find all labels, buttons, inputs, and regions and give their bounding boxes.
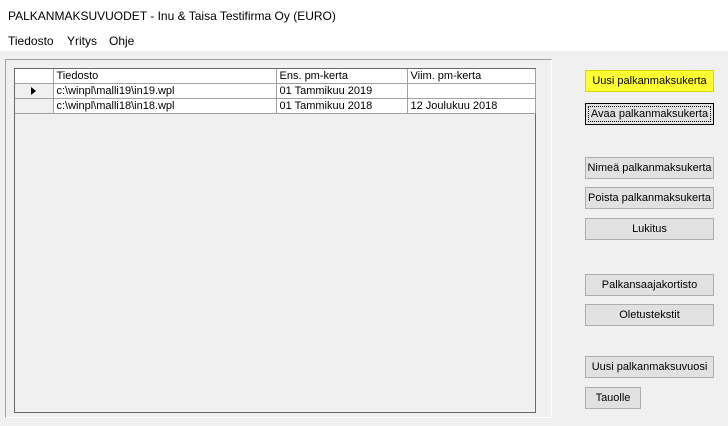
cell-first-run[interactable]: 01 Tammikuu 2018 bbox=[276, 98, 408, 114]
menu-ohje[interactable]: Ohje bbox=[109, 34, 134, 48]
menu-yritys[interactable]: Yritys bbox=[67, 34, 97, 48]
column-header-file[interactable]: Tiedosto bbox=[53, 69, 277, 84]
default-texts-button[interactable]: Oletustekstit bbox=[585, 304, 714, 326]
grid-table: Tiedosto Ens. pm-kerta Viim. pm-kerta c:… bbox=[15, 69, 536, 114]
new-payroll-run-button[interactable]: Uusi palkanmaksukerta bbox=[585, 70, 714, 92]
column-header-last-run[interactable]: Viim. pm-kerta bbox=[407, 69, 536, 84]
cell-last-run[interactable] bbox=[407, 83, 536, 99]
back-button[interactable]: Tauolle bbox=[585, 387, 641, 409]
delete-payroll-run-button[interactable]: Poista palkanmaksukerta bbox=[585, 187, 714, 209]
grid-corner bbox=[15, 69, 54, 84]
title-bar: PALKANMAKSUVUODET - Inu & Taisa Testifir… bbox=[0, 0, 728, 31]
cell-file[interactable]: c:\winpl\malli19\in19.wpl bbox=[53, 83, 277, 99]
rename-payroll-run-button[interactable]: Nimeä palkanmaksukerta bbox=[585, 157, 714, 179]
current-row-arrow-icon bbox=[31, 87, 37, 96]
table-row[interactable]: c:\winpl\malli19\in19.wpl 01 Tammikuu 20… bbox=[15, 83, 536, 99]
payroll-runs-grid[interactable]: Tiedosto Ens. pm-kerta Viim. pm-kerta c:… bbox=[14, 68, 536, 413]
new-payroll-year-button[interactable]: Uusi palkanmaksuvuosi bbox=[585, 356, 714, 378]
window-title: PALKANMAKSUVUODET - Inu & Taisa Testifir… bbox=[8, 9, 336, 23]
row-indicator bbox=[15, 98, 54, 114]
column-header-first-run[interactable]: Ens. pm-kerta bbox=[276, 69, 408, 84]
cell-last-run[interactable]: 12 Joulukuu 2018 bbox=[407, 98, 536, 114]
grid-header-row: Tiedosto Ens. pm-kerta Viim. pm-kerta bbox=[15, 69, 536, 84]
row-indicator bbox=[15, 83, 54, 99]
employee-cards-button[interactable]: Palkansaajakortisto bbox=[585, 274, 714, 296]
table-row[interactable]: c:\winpl\malli18\in18.wpl 01 Tammikuu 20… bbox=[15, 98, 536, 114]
menu-bar: Tiedosto Yritys Ohje bbox=[0, 31, 728, 51]
cell-first-run[interactable]: 01 Tammikuu 2019 bbox=[276, 83, 408, 99]
cell-file[interactable]: c:\winpl\malli18\in18.wpl bbox=[53, 98, 277, 114]
menu-tiedosto[interactable]: Tiedosto bbox=[8, 34, 54, 48]
lock-button[interactable]: Lukitus bbox=[585, 218, 714, 240]
open-payroll-run-button[interactable]: Avaa palkanmaksukerta bbox=[585, 103, 714, 125]
